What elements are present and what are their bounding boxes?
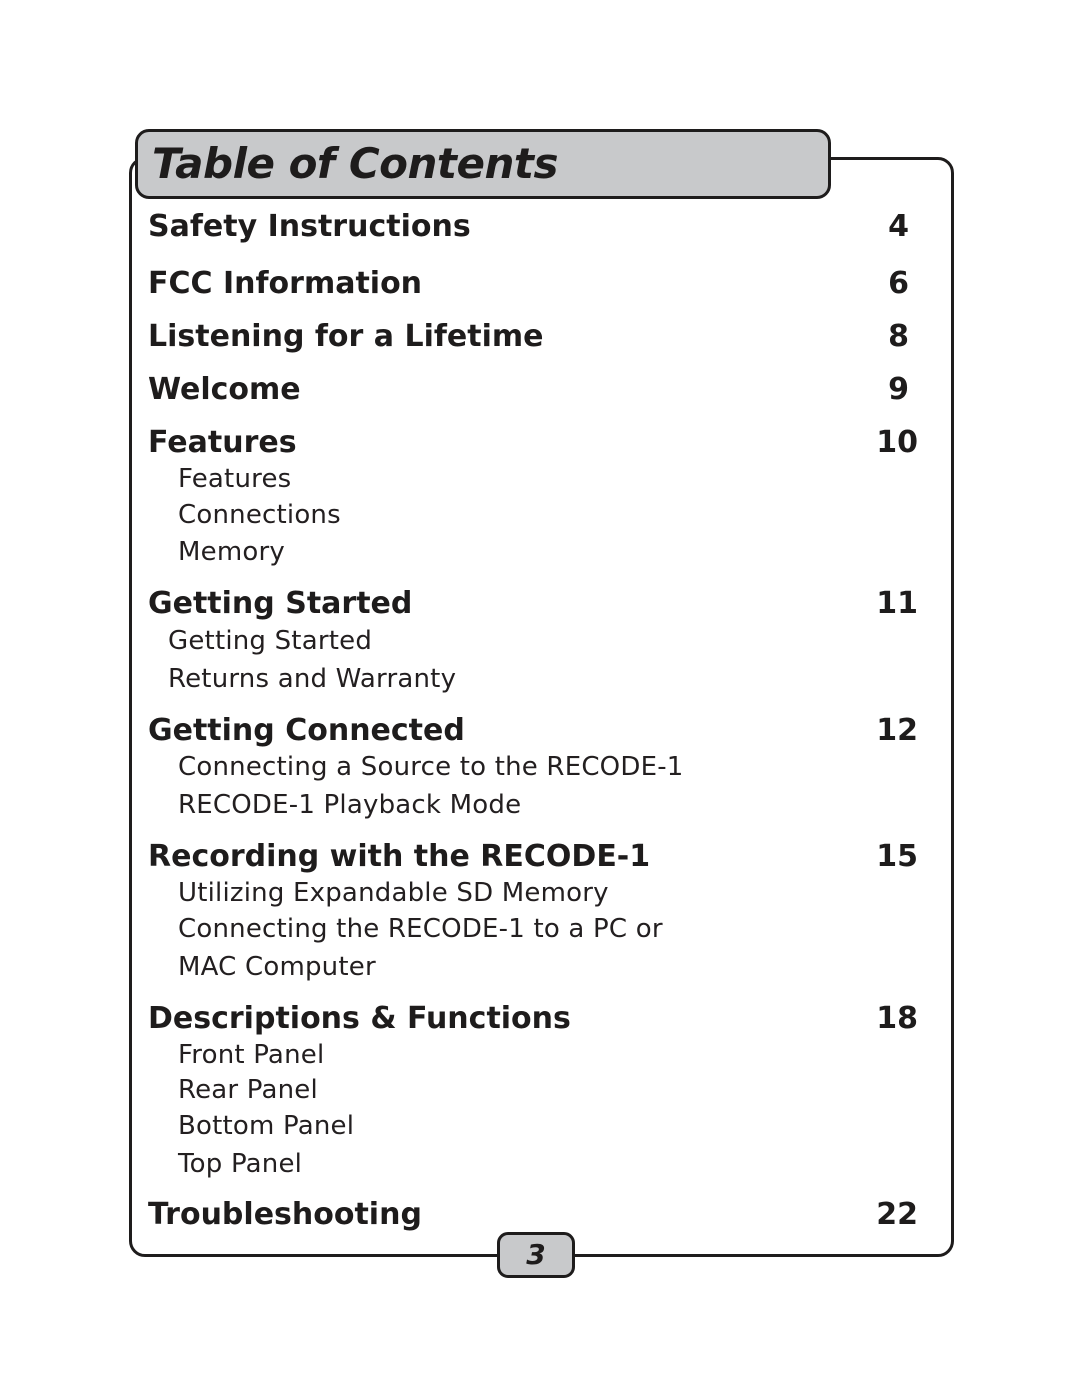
toc-page-number: 10	[876, 425, 918, 460]
page-number: 3	[526, 1238, 546, 1271]
toc-entry-getting-started[interactable]: Getting Started	[148, 586, 412, 622]
toc-page-number: 11	[876, 586, 918, 621]
toc-entry-listening-for-a-lifetime[interactable]: Listening for a Lifetime	[148, 319, 543, 355]
toc-entry-safety-instructions[interactable]: Safety Instructions	[148, 209, 471, 245]
toc-subitem[interactable]: Getting Started	[168, 625, 372, 657]
page-title: Table of Contents	[152, 139, 558, 188]
toc-page-number: 8	[888, 319, 909, 354]
toc-page-number: 4	[888, 209, 909, 244]
toc-entry-troubleshooting[interactable]: Troubleshooting	[148, 1197, 422, 1233]
toc-page-number: 15	[876, 839, 918, 874]
toc-page-number: 22	[876, 1197, 918, 1232]
toc-page-number: 9	[888, 372, 909, 407]
toc-entry-getting-connected[interactable]: Getting Connected	[148, 713, 465, 749]
toc-subitem[interactable]: Features	[178, 463, 291, 495]
toc-subitem[interactable]: Top Panel	[178, 1148, 302, 1180]
toc-subitem[interactable]: RECODE-1 Playback Mode	[178, 789, 521, 821]
toc-subitem[interactable]: Returns and Warranty	[168, 663, 456, 695]
toc-subitem[interactable]: Connecting a Source to the RECODE-1	[178, 751, 684, 783]
toc-subitem[interactable]: Rear Panel	[178, 1074, 318, 1106]
toc-subitem[interactable]: Connections	[178, 499, 341, 531]
toc-subitem[interactable]: MAC Computer	[178, 951, 376, 983]
toc-entry-welcome[interactable]: Welcome	[148, 372, 301, 408]
toc-entry-recording[interactable]: Recording with the RECODE-1	[148, 839, 650, 875]
toc-page-number: 12	[876, 713, 918, 748]
toc-subitem[interactable]: Bottom Panel	[178, 1110, 354, 1142]
toc-entry-fcc-information[interactable]: FCC Information	[148, 266, 422, 302]
toc-subitem[interactable]: Connecting the RECODE-1 to a PC or	[178, 913, 663, 945]
toc-entry-features[interactable]: Features	[148, 425, 297, 461]
toc-subitem[interactable]: Front Panel	[178, 1039, 324, 1071]
toc-subitem[interactable]: Memory	[178, 536, 285, 568]
toc-page-number: 18	[876, 1001, 918, 1036]
toc-entry-descriptions-functions[interactable]: Descriptions & Functions	[148, 1001, 571, 1037]
toc-subitem[interactable]: Utilizing Expandable SD Memory	[178, 877, 609, 909]
toc-page-number: 6	[888, 266, 909, 301]
